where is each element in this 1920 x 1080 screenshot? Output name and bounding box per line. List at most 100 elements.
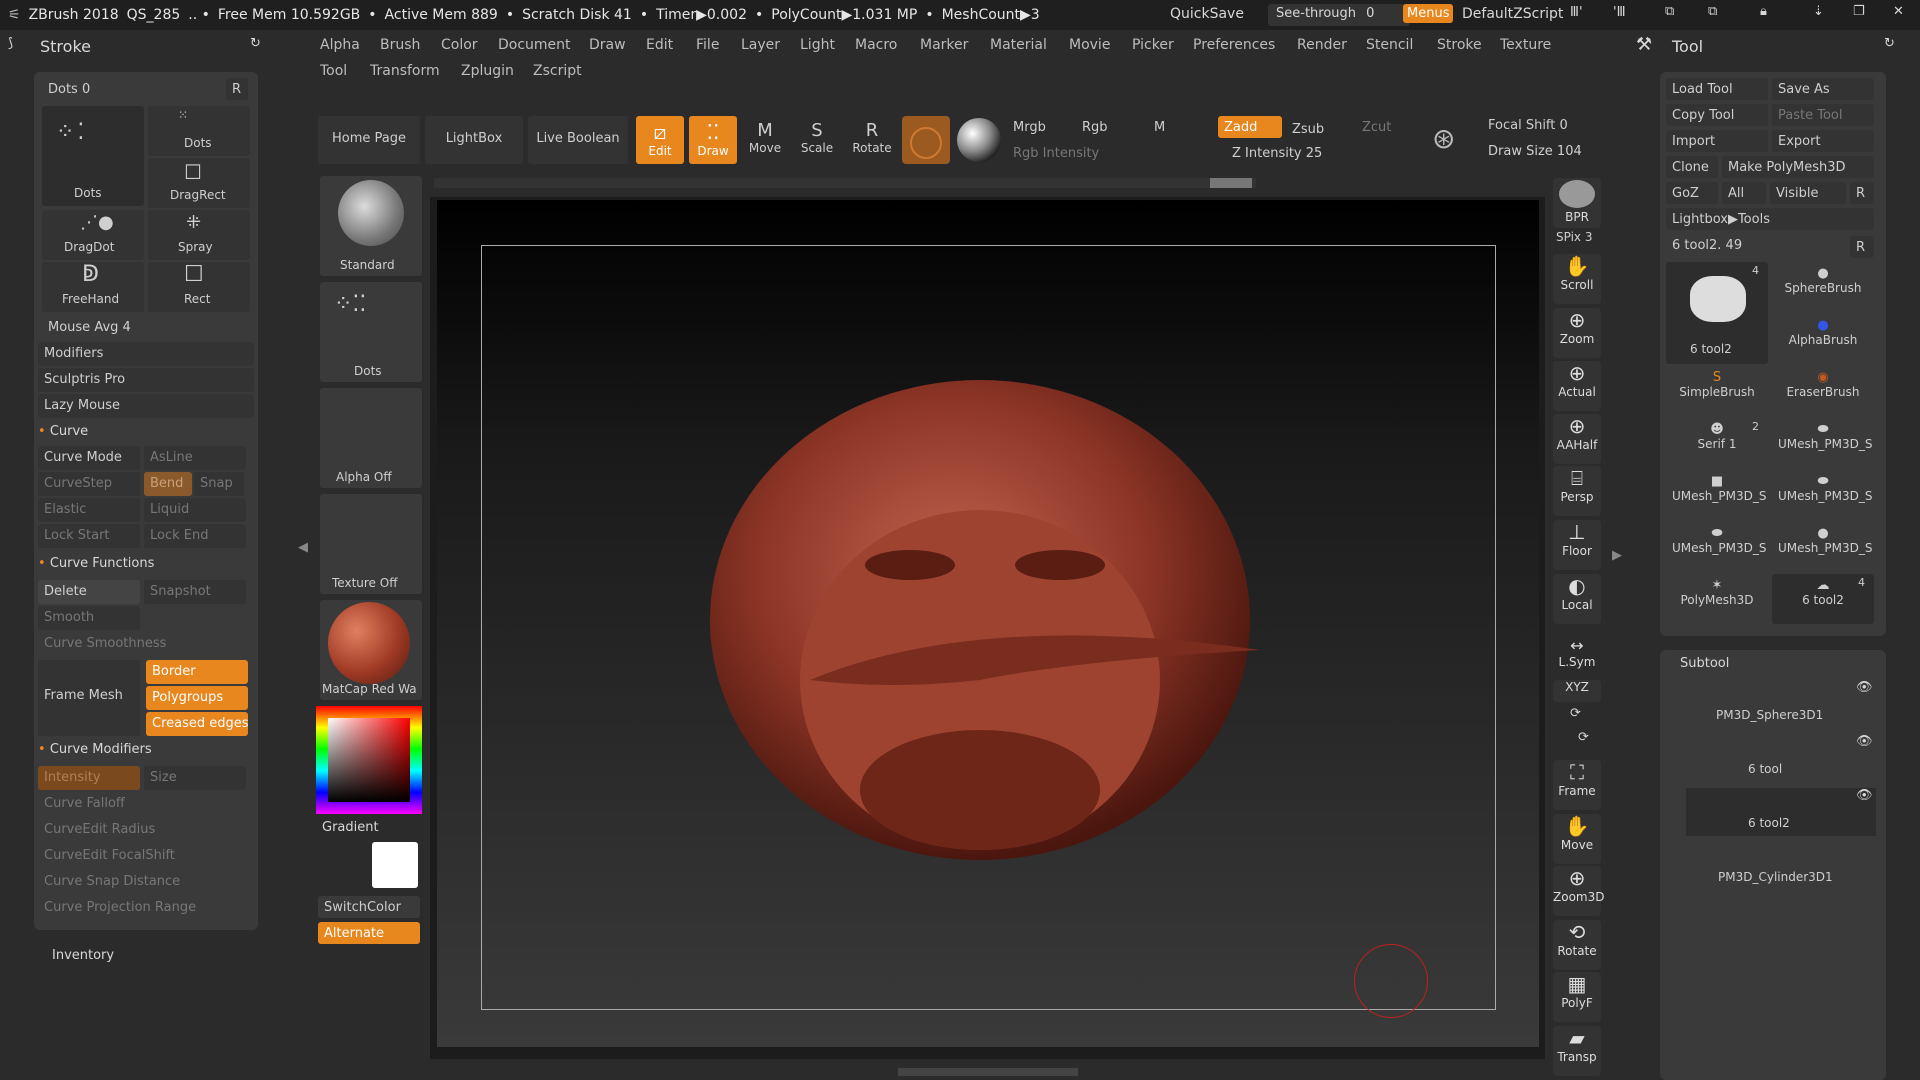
menu-preferences[interactable]: Preferences <box>1193 37 1275 53</box>
curveedit-focalshift-slider[interactable]: CurveEdit FocalShift <box>38 844 246 868</box>
edit-button[interactable]: ⧄ Edit <box>636 116 684 164</box>
visibility-eye-icon[interactable]: 👁︎ <box>1856 734 1873 749</box>
lock-icon[interactable]: 🔒︎ <box>1760 4 1767 19</box>
snap-button[interactable]: Snap <box>194 472 244 496</box>
refresh-icon[interactable]: ↻ <box>1884 36 1895 51</box>
rotate-view-button[interactable]: ⟲ Rotate <box>1553 920 1601 970</box>
m-button[interactable]: M <box>1148 116 1214 138</box>
clone-button[interactable]: Clone <box>1666 156 1718 178</box>
visibility-eye-icon[interactable]: 👁︎ <box>1856 788 1873 803</box>
actual-button[interactable]: ⊕ Actual <box>1553 361 1601 411</box>
menu-movie[interactable]: Movie <box>1069 37 1110 53</box>
xyz-button[interactable]: XYZ <box>1553 680 1601 702</box>
tool-slider[interactable]: 6 tool2. 49 <box>1666 234 1848 256</box>
quicksave-button[interactable]: QuickSave <box>1170 6 1244 22</box>
curve-functions-header[interactable]: • Curve Functions <box>38 556 154 571</box>
curve-smoothness-slider[interactable]: Curve Smoothness <box>38 632 246 656</box>
subtool-row-selected[interactable]: 👁︎ 6 tool2 <box>1686 788 1876 836</box>
subtool-row[interactable]: 👁︎ PM3D_Sphere3D1 <box>1676 680 1876 728</box>
zoom-button[interactable]: ⊕ Zoom <box>1553 308 1601 358</box>
menu-stroke[interactable]: Stroke <box>1437 37 1482 53</box>
goz-button[interactable]: GoZ <box>1666 182 1718 204</box>
lock-end-button[interactable]: Lock End <box>144 524 246 548</box>
rotate-button[interactable]: R Rotate <box>846 116 898 164</box>
floor-button[interactable]: ⊥ Floor <box>1553 520 1601 570</box>
subtool-row[interactable]: PM3D_Cylinder3D1 <box>1676 842 1876 890</box>
menu-document[interactable]: Document <box>498 37 571 53</box>
scale-button[interactable]: S Scale <box>793 116 841 164</box>
bpr-button[interactable]: BPR <box>1553 178 1601 228</box>
stroke-dragrect[interactable]: ☐ DragRect <box>148 158 250 208</box>
menu-layer[interactable]: Layer <box>741 37 780 53</box>
stroke-dots-large[interactable]: ⁘⁚ Dots <box>42 106 144 206</box>
menu-edit[interactable]: Edit <box>646 37 673 53</box>
transp-button[interactable]: ▰ Transp <box>1553 1026 1601 1076</box>
stroke-rect[interactable]: ☐ Rect <box>148 262 250 312</box>
close-icon[interactable]: ✕ <box>1893 4 1904 19</box>
switchcolor-button[interactable]: SwitchColor <box>318 896 420 918</box>
lock-start-button[interactable]: Lock Start <box>38 524 140 548</box>
matcap-sphere-icon[interactable] <box>957 118 1001 162</box>
frame-button[interactable]: ⛶ Frame <box>1553 760 1601 810</box>
curve-mode-button[interactable]: Curve Mode <box>38 446 140 470</box>
zsub-button[interactable]: Zsub <box>1286 118 1350 140</box>
matcap-button[interactable]: MatCap Red Wa <box>320 600 422 700</box>
spix-slider[interactable]: SPix 3 <box>1556 230 1592 244</box>
subtool-row[interactable]: 👁︎ 6 tool <box>1676 734 1876 782</box>
curve-snap-distance-slider[interactable]: Curve Snap Distance <box>38 870 246 894</box>
tool-thumb-alphabrush[interactable]: ● AlphaBrush <box>1772 314 1874 364</box>
border-button[interactable]: Border <box>146 660 248 684</box>
refresh-icon[interactable]: ↻ <box>250 36 261 51</box>
polyf-button[interactable]: ▦ PolyF <box>1553 972 1601 1022</box>
stroke-dots-button[interactable]: ⁘⁚⁚ Dots <box>320 282 422 382</box>
paste-tool-button[interactable]: Paste Tool <box>1772 104 1874 126</box>
save-as-button[interactable]: Save As <box>1772 78 1874 100</box>
lightbox-tools-button[interactable]: Lightbox▶Tools <box>1666 208 1874 230</box>
subtool-header[interactable]: Subtool <box>1680 656 1729 671</box>
rgb-button[interactable]: Rgb <box>1076 116 1142 138</box>
brightness-icon[interactable]: Ⅲ' <box>1570 5 1583 20</box>
aahalf-button[interactable]: ⊕ AAHalf <box>1553 414 1601 464</box>
texture-off-button[interactable]: Texture Off <box>320 494 422 594</box>
menu-alpha[interactable]: Alpha <box>320 37 360 53</box>
stroke-dragdot[interactable]: ⋰● DragDot <box>42 210 144 260</box>
see-through-slider[interactable]: See-through 0 <box>1268 4 1410 26</box>
stroke-freehand[interactable]: ↁ FreeHand <box>42 262 144 312</box>
rotate-y-icon[interactable]: ⟳ <box>1570 706 1581 721</box>
lazy-snap-icon[interactable]: ⊛ <box>1432 122 1455 155</box>
tool-thumb-serif1[interactable]: 2 ☻ Serif 1 <box>1666 418 1768 468</box>
bottom-shelf-toggle[interactable] <box>898 1068 1078 1076</box>
tool-thumb-umesh-1[interactable]: ⬬ UMesh_PM3D_S <box>1772 418 1874 468</box>
default-zscript-button[interactable]: DefaultZScript <box>1462 6 1563 22</box>
bend-button[interactable]: Bend <box>144 472 192 496</box>
elastic-button[interactable]: Elastic <box>38 498 140 522</box>
menu-brush[interactable]: Brush <box>380 37 420 53</box>
liquid-button[interactable]: Liquid <box>144 498 246 522</box>
stroke-dots[interactable]: ⁙ Dots <box>148 106 250 156</box>
modifiers-section[interactable]: Modifiers <box>38 342 254 366</box>
menus-button[interactable]: Menus <box>1403 4 1454 23</box>
focal-shift-slider[interactable]: Focal Shift 0 <box>1482 114 1606 136</box>
persp-button[interactable]: ⌸ Persp <box>1553 466 1601 516</box>
tool-thumb-umesh-3[interactable]: ⬬ UMesh_PM3D_S <box>1772 470 1874 520</box>
sculptris-pro-section[interactable]: Sculptris Pro <box>38 368 254 392</box>
menu-tool[interactable]: Tool <box>320 63 347 79</box>
move-button[interactable]: M Move <box>741 116 789 164</box>
rotate-z-icon[interactable]: ⟳ <box>1578 730 1589 745</box>
move-view-button[interactable]: ✋ Move <box>1553 814 1601 864</box>
intensity-button[interactable]: Intensity <box>38 766 140 790</box>
zadd-button[interactable]: Zadd <box>1218 116 1282 138</box>
minimize-icon[interactable]: ⇣ <box>1813 4 1824 19</box>
mouse-avg-slider[interactable]: Mouse Avg 4 <box>42 316 250 338</box>
layout-icon[interactable]: ⧉ <box>1665 4 1674 19</box>
tool-palette-header[interactable]: ⚒ Tool ↻ <box>1632 30 1920 64</box>
menu-draw[interactable]: Draw <box>589 37 626 53</box>
tool-thumb-6tool2[interactable]: 46 tool2 <box>1666 262 1768 364</box>
zoom3d-button[interactable]: ⊕ Zoom3D <box>1553 866 1604 916</box>
menu-zscript[interactable]: Zscript <box>533 63 582 79</box>
tool-thumb-umesh-2[interactable]: ■ UMesh_PM3D_S <box>1666 470 1768 520</box>
visible-button[interactable]: Visible <box>1770 182 1846 204</box>
restore-icon[interactable]: ❐ <box>1853 4 1865 19</box>
menu-file[interactable]: File <box>696 37 719 53</box>
menu-material[interactable]: Material <box>990 37 1047 53</box>
